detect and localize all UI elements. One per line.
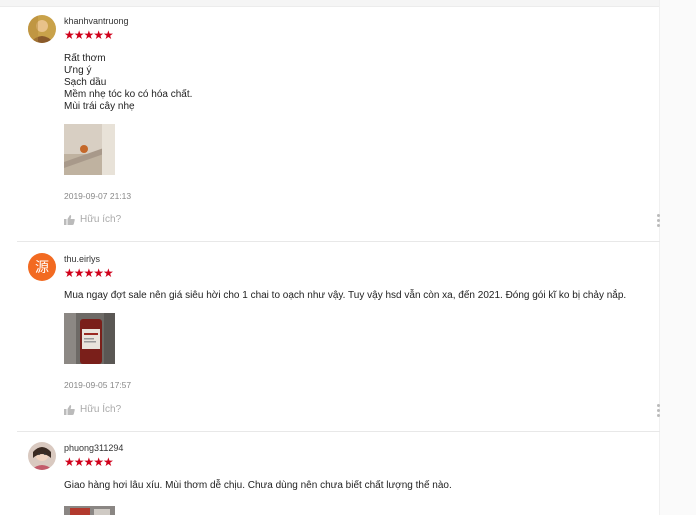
review-comment: Mua ngay đợt sale nên giá siêu hời cho 1… [64,290,627,301]
more-options-icon[interactable] [657,404,661,419]
more-options-icon[interactable] [657,214,661,229]
review-photo[interactable] [64,504,115,515]
helpful-button[interactable]: Hữu Ích? [64,404,121,415]
avatar[interactable]: 源 [28,253,56,281]
scroll-gutter [659,0,696,515]
thumbs-up-icon [64,404,75,415]
star-rating: ★★★★★ [64,266,114,280]
review-comment: Rất thơm Ưng ý Sạch dầu Mềm nhẹ tóc ko c… [64,53,193,112]
review-author: phuong311294 [64,443,124,453]
review-timestamp: 2019-09-05 17:57 [64,380,132,390]
top-bar [0,0,660,7]
review-photo[interactable] [64,124,115,175]
star-rating: ★★★★★ [64,28,114,42]
avatar[interactable] [28,442,56,470]
review-item: 源 thu.eirlys ★★★★★ Mua ngay đợt sale nên… [17,253,660,432]
review-item: khanhvantruong ★★★★★ Rất thơm Ưng ý Sạch… [17,15,660,242]
review-item: phuong311294 ★★★★★ Giao hàng hơi lâu xíu… [17,442,660,522]
star-rating: ★★★★★ [64,455,114,469]
helpful-label: Hữu Ích? [80,404,122,415]
thumbs-up-icon [64,214,75,225]
helpful-label: Hữu ích? [80,214,122,225]
review-photo[interactable] [64,313,115,364]
avatar[interactable] [28,15,56,43]
review-author: thu.eirlys [64,254,101,264]
helpful-button[interactable]: Hữu ích? [64,214,121,225]
review-comment: Giao hàng hơi lâu xíu. Mùi thơm dễ chịu.… [64,480,452,491]
review-author: khanhvantruong [64,16,129,26]
avatar-glyph: 源 [35,260,49,276]
review-timestamp: 2019-09-07 21:13 [64,191,132,201]
